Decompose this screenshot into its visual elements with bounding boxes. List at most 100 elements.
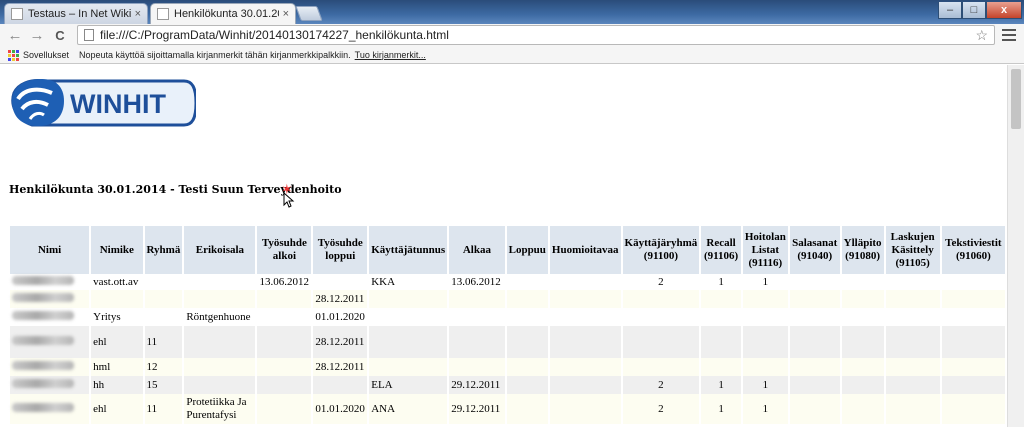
cell-laskut bbox=[884, 376, 942, 394]
cell-tunnus: ANA bbox=[368, 394, 450, 424]
table-row: hh 15 ELA 29.12.2011 2 1 1 bbox=[10, 376, 1007, 394]
cell-listat bbox=[741, 308, 790, 326]
redacted-name bbox=[12, 378, 74, 388]
page-favicon-icon bbox=[11, 8, 23, 20]
import-bookmarks-link[interactable]: Tuo kirjanmerkit... bbox=[355, 50, 426, 60]
col-kayttajatunnus: Käyttäjätunnus bbox=[368, 226, 450, 274]
cell-yllapito bbox=[840, 308, 886, 326]
table-row: ehl 11 Protetiikka Ja Purentafysi 01.01.202… bbox=[10, 394, 1007, 424]
cell-recall bbox=[700, 326, 743, 358]
forward-button[interactable]: → bbox=[28, 26, 46, 44]
bookmark-star-icon[interactable]: ☆ bbox=[975, 27, 988, 44]
back-button[interactable]: ← bbox=[6, 26, 24, 44]
mouse-cursor-icon bbox=[283, 192, 295, 208]
cell-alkoi bbox=[256, 394, 314, 424]
cell-tunnus bbox=[368, 308, 450, 326]
cell-laskut bbox=[884, 274, 942, 290]
col-nimi: Nimi bbox=[10, 226, 92, 274]
apps-icon bbox=[8, 49, 19, 61]
cell-laskut bbox=[884, 358, 942, 376]
tab-close-icon[interactable]: × bbox=[283, 8, 289, 20]
cell-erikoisala bbox=[183, 290, 258, 308]
cell-teksti bbox=[940, 376, 1007, 394]
cell-kr: 2 bbox=[621, 394, 702, 424]
cell-huom bbox=[548, 394, 623, 424]
col-laskujen-kasittely: Laskujen Käsittely (91105) bbox=[884, 226, 942, 274]
cell-alkaa: 13.06.2012 bbox=[448, 274, 507, 290]
cell-yllapito bbox=[840, 290, 886, 308]
col-alkaa: Alkaa bbox=[448, 226, 507, 274]
col-erikoisala: Erikoisala bbox=[183, 226, 258, 274]
chrome-menu-icon[interactable] bbox=[1002, 27, 1016, 43]
cell-loppui bbox=[312, 376, 370, 394]
scrollbar-thumb[interactable] bbox=[1011, 69, 1021, 129]
cell-kr bbox=[621, 326, 702, 358]
tab-title: Testaus – In Net Wiki bbox=[28, 8, 131, 20]
page-viewport: WINHIT Henkilökunta 30.01.2014 - Testi S… bbox=[0, 65, 1007, 427]
cell-nimike bbox=[90, 290, 145, 308]
browser-toolbar: ← → C file:///C:/ProgramData/Winhit/2014… bbox=[0, 24, 1024, 46]
cell-ryhma: 15 bbox=[143, 376, 185, 394]
page-favicon-icon bbox=[157, 8, 169, 20]
cell-nimike: ehl bbox=[90, 326, 145, 358]
cell-salasanat bbox=[788, 308, 842, 326]
cell-ryhma bbox=[143, 290, 185, 308]
logo-text: WINHIT bbox=[70, 89, 166, 119]
cell-erikoisala bbox=[183, 326, 258, 358]
tab-title: Henkilökunta 30.01.2014 bbox=[174, 8, 279, 20]
cell-huom bbox=[548, 308, 623, 326]
table-row: hml 12 28.12.2011 bbox=[10, 358, 1007, 376]
redacted-name bbox=[12, 310, 74, 320]
cell-nimi bbox=[10, 326, 92, 358]
col-yllapito: Ylläpito (91080) bbox=[840, 226, 886, 274]
cell-huom bbox=[548, 290, 623, 308]
tab-close-icon[interactable]: × bbox=[135, 8, 141, 20]
cell-alkaa bbox=[448, 358, 507, 376]
cell-huom bbox=[548, 376, 623, 394]
cell-yllapito bbox=[840, 394, 886, 424]
cell-loppui: 28.12.2011 bbox=[312, 290, 370, 308]
tab-testaus-wiki[interactable]: Testaus – In Net Wiki × bbox=[4, 3, 148, 24]
cell-laskut bbox=[884, 326, 942, 358]
minimize-button[interactable]: – bbox=[938, 2, 962, 19]
cell-nimi bbox=[10, 376, 92, 394]
cell-loppuu bbox=[505, 376, 550, 394]
winhit-logo: WINHIT bbox=[11, 79, 196, 127]
table-row: ehl 11 28.12.2011 bbox=[10, 326, 1007, 358]
vertical-scrollbar[interactable] bbox=[1007, 65, 1024, 427]
cell-alkaa: 29.12.2011 bbox=[448, 394, 507, 424]
cell-alkoi bbox=[256, 358, 314, 376]
cell-erikoisala bbox=[183, 376, 258, 394]
cell-kr bbox=[621, 290, 702, 308]
bookmarks-hint: Nopeuta käyttöä sijoittamalla kirjanmerk… bbox=[79, 49, 351, 60]
maximize-button[interactable]: □ bbox=[962, 2, 986, 19]
title-bar: Testaus – In Net Wiki × Henkilökunta 30.… bbox=[0, 0, 1024, 24]
table-header-row: Nimi Nimike Ryhmä Erikoisala Työsuhde al… bbox=[10, 226, 1007, 274]
cell-listat bbox=[741, 326, 790, 358]
cell-tunnus bbox=[368, 358, 450, 376]
tab-henkilokunta[interactable]: Henkilökunta 30.01.2014 × bbox=[150, 3, 296, 24]
redacted-name bbox=[12, 360, 74, 370]
table-row: 28.12.2011 bbox=[10, 290, 1007, 308]
address-bar[interactable]: file:///C:/ProgramData/Winhit/2014013017… bbox=[77, 25, 995, 45]
cell-teksti bbox=[940, 308, 1007, 326]
cell-salasanat bbox=[788, 274, 842, 290]
apps-shortcut[interactable]: Sovellukset bbox=[23, 50, 69, 60]
cell-nimike: hh bbox=[90, 376, 145, 394]
cell-loppui: 28.12.2011 bbox=[312, 358, 370, 376]
col-loppuu: Loppuu bbox=[505, 226, 550, 274]
cell-alkoi bbox=[256, 308, 314, 326]
reload-button[interactable]: C bbox=[51, 26, 69, 44]
close-window-button[interactable]: x bbox=[986, 2, 1022, 19]
address-url[interactable]: file:///C:/ProgramData/Winhit/2014013017… bbox=[100, 28, 449, 42]
cell-erikoisala: Protetiikka Ja Purentafysi bbox=[183, 394, 258, 424]
cell-nimi bbox=[10, 358, 92, 376]
cell-kr bbox=[621, 308, 702, 326]
cell-tunnus bbox=[368, 290, 450, 308]
cell-salasanat bbox=[788, 290, 842, 308]
cell-nimi bbox=[10, 274, 92, 290]
cell-listat: 1 bbox=[741, 274, 790, 290]
new-tab-button[interactable] bbox=[295, 6, 323, 21]
cell-listat: 1 bbox=[741, 394, 790, 424]
cell-ryhma: 12 bbox=[143, 358, 185, 376]
